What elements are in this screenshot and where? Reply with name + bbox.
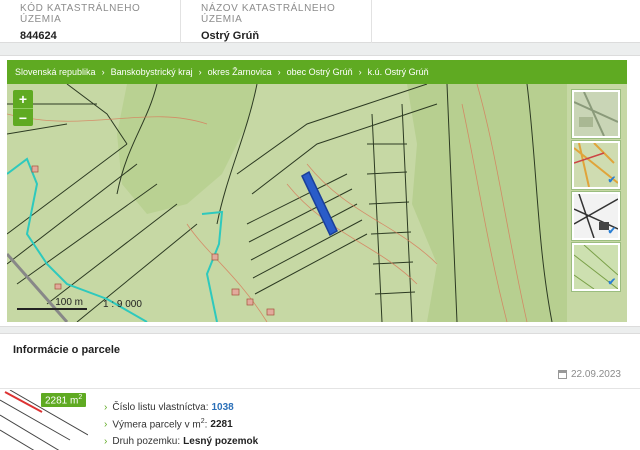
map-canvas[interactable] xyxy=(7,84,627,322)
scale-distance: 100 m xyxy=(17,298,87,310)
cadastral-name-value: Ostrý Grúň xyxy=(201,30,260,42)
zoom-control: + − xyxy=(13,90,33,126)
cadastral-name-label: NÁZOV KATASTRÁLNEHO ÚZEMIA xyxy=(201,3,336,25)
parcel-info-card: Informácie o parcele 22.09.2023 2281 m2 … xyxy=(0,333,640,450)
scale-ratio: 1 : 9 000 xyxy=(103,299,142,310)
layer-active-check-icon: ✔ xyxy=(607,277,616,288)
parcel-area-label: Výmera parcely v m2: xyxy=(112,418,208,431)
chevron-right-icon: › xyxy=(104,402,108,413)
parcel-info-title: Informácie o parcele xyxy=(13,344,120,356)
parcel-area-badge: 2281 m2 xyxy=(41,393,87,408)
map-card: Slovenská republika › Banskobystrický kr… xyxy=(0,55,640,327)
map-scalebar: 100 m 1 : 9 000 xyxy=(17,298,142,310)
layer-switcher: ✔ ✔ ✔ xyxy=(572,90,620,294)
chevron-right-icon: › xyxy=(104,436,108,447)
parcel-area-value: 2281 xyxy=(210,419,233,430)
cadastral-code-label: KÓD KATASTRÁLNEHO ÚZEMIA xyxy=(20,3,141,25)
calendar-icon xyxy=(557,370,567,379)
breadcrumb-district[interactable]: okres Žarnovica xyxy=(208,67,272,77)
parcel-properties: › Číslo listu vlastníctva: 1038 › Výmera… xyxy=(104,399,258,450)
breadcrumb-region[interactable]: Banskobystrický kraj xyxy=(111,67,193,77)
breadcrumb-cadastral-area[interactable]: k.ú. Ostrý Grúň xyxy=(368,67,429,77)
land-type-row: › Druh pozemku: Lesný pozemok xyxy=(104,433,258,450)
parcel-map-layer-thumb[interactable]: ✔ xyxy=(572,243,620,291)
land-type-value: Lesný pozemok xyxy=(183,436,259,447)
chevron-right-icon: › xyxy=(104,419,108,430)
parcel-info-date-text: 22.09.2023 xyxy=(570,369,621,380)
layer-active-check-icon: ✔ xyxy=(607,226,616,237)
zoom-out-button[interactable]: − xyxy=(13,108,33,126)
breadcrumb-municipality[interactable]: obec Ostrý Grúň xyxy=(287,67,353,77)
cadastral-code-value: 844624 xyxy=(20,30,57,42)
breadcrumb: Slovenská republika › Banskobystrický kr… xyxy=(7,60,627,84)
breadcrumb-chevron-icon: › xyxy=(198,67,202,77)
land-type-label: Druh pozemku: xyxy=(112,436,181,447)
breadcrumb-chevron-icon: › xyxy=(277,67,281,77)
breadcrumb-chevron-icon: › xyxy=(101,67,105,77)
breadcrumb-chevron-icon: › xyxy=(358,67,362,77)
parcel-info-date: 22.09.2023 xyxy=(557,369,621,380)
layer-active-check-icon: ✔ xyxy=(607,175,616,186)
cadastral-header: KÓD KATASTRÁLNEHO ÚZEMIA 844624 NÁZOV KA… xyxy=(0,0,640,43)
info-divider xyxy=(0,388,640,389)
ownership-sheet-link[interactable]: 1038 xyxy=(212,402,234,413)
vector-map-layer-thumb[interactable]: ✔ xyxy=(572,192,620,240)
cadastral-map-layer-thumb[interactable]: ✔ xyxy=(572,141,620,189)
cadastral-code-field: KÓD KATASTRÁLNEHO ÚZEMIA 844624 xyxy=(0,0,181,43)
zoom-in-button[interactable]: + xyxy=(13,90,33,108)
ownership-sheet-row: › Číslo listu vlastníctva: 1038 xyxy=(104,399,258,416)
cadastral-name-field: NÁZOV KATASTRÁLNEHO ÚZEMIA Ostrý Grúň xyxy=(181,0,372,43)
orthophoto-layer-thumb[interactable] xyxy=(572,90,620,138)
cadastral-map[interactable]: + − 100 m 1 : 9 000 ✔ ✔ ✔ xyxy=(7,84,627,322)
parcel-area-row: › Výmera parcely v m2: 2281 xyxy=(104,416,258,433)
breadcrumb-country[interactable]: Slovenská republika xyxy=(15,67,96,77)
ownership-sheet-label: Číslo listu vlastníctva: xyxy=(112,402,209,413)
